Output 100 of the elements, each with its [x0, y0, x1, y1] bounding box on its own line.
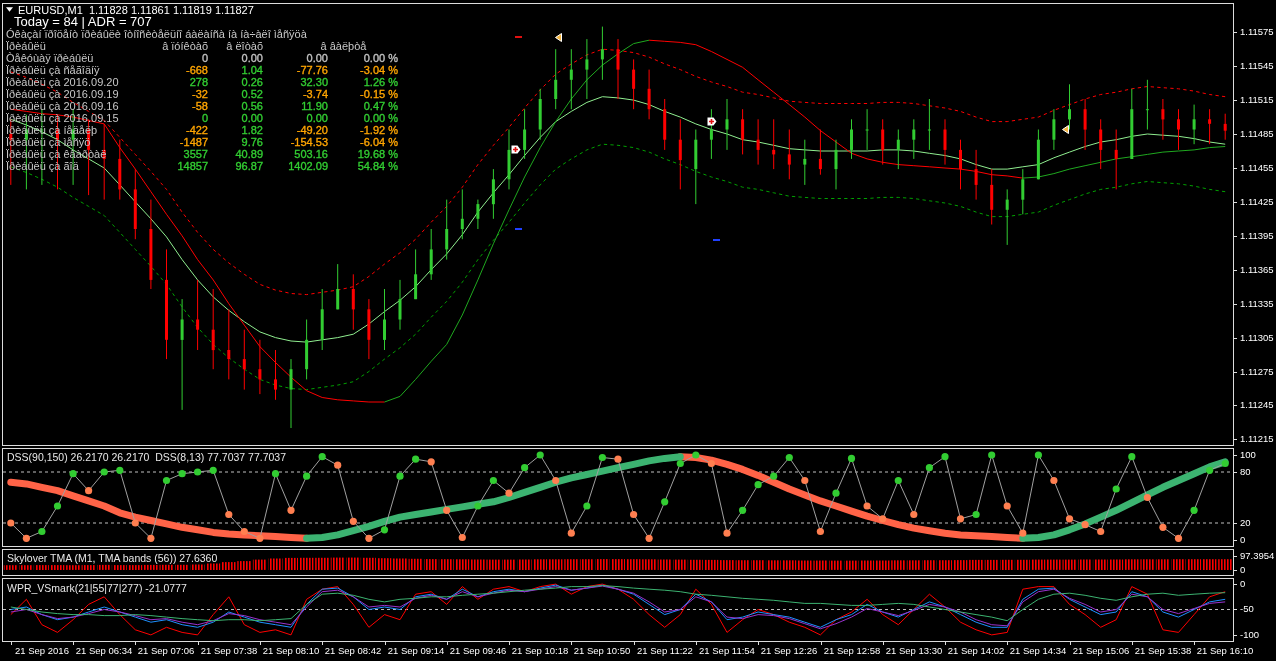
axis-label: 1.11305: [1240, 332, 1274, 344]
time-label: 21 Sep 08:42: [323, 645, 383, 657]
table-cell: -77.76: [296, 64, 328, 76]
time-label: 21 Sep 12:58: [822, 645, 882, 657]
histogram-bar: [595, 559, 610, 570]
histogram-bar: [735, 560, 750, 570]
table-cell: Òåêóùàÿ ïðèáûëü: [6, 52, 94, 64]
data-point: [910, 510, 918, 519]
histogram-bar: [1218, 559, 1233, 570]
data-point: [956, 515, 965, 523]
candle: [554, 48, 558, 110]
axis-label: 0: [1240, 534, 1246, 546]
table-cell: 1.82: [241, 124, 263, 136]
histogram-bar: [1109, 559, 1124, 570]
data-point: [1019, 529, 1027, 537]
time-label: 21 Sep 14:02: [946, 645, 1006, 657]
data-point: [552, 476, 560, 485]
caret-icon[interactable]: [6, 7, 13, 12]
histogram-bar: [782, 560, 797, 570]
histogram-bar: [751, 560, 766, 570]
data-point: [770, 472, 778, 480]
axis-label: 1.11365: [1240, 264, 1274, 276]
histogram-bar: [1078, 559, 1093, 570]
histogram-bar: [548, 559, 563, 570]
data-point: [489, 476, 497, 485]
plus-arrow-icon: [511, 145, 521, 154]
axis-label: 1.11485: [1240, 128, 1274, 140]
triangle-icon: [1062, 125, 1069, 134]
table-cell: Ïðèáûëü çà 2016.09.16: [6, 100, 119, 112]
data-point: [318, 453, 326, 461]
axis-label: 1.11515: [1240, 94, 1274, 106]
axis-label: 0: [1240, 564, 1246, 576]
candle: [1130, 88, 1134, 160]
histogram-bar: [953, 560, 968, 570]
table-cell: -58: [192, 100, 208, 112]
histogram-bar: [860, 560, 875, 570]
data-point: [988, 451, 996, 459]
candle: [1114, 129, 1118, 190]
data-point: [412, 455, 420, 463]
data-point: [692, 451, 700, 459]
candle: [383, 288, 386, 351]
candle: [398, 279, 402, 331]
data-point: [38, 527, 46, 536]
candle: [336, 263, 340, 310]
histogram-bar: [455, 559, 470, 570]
time-label: 21 Sep 2016: [14, 645, 70, 657]
range-info: Today = 84 | ADR = 707: [14, 15, 152, 28]
data-point: [754, 481, 762, 489]
candle: [414, 248, 418, 300]
dash-icon: [515, 36, 522, 38]
table-cell: -32: [192, 88, 208, 100]
histogram-bar: [237, 561, 252, 570]
table-cell: 96.87: [235, 160, 263, 172]
data-point: [614, 455, 622, 463]
axis-label: 20: [1240, 517, 1251, 529]
data-point: [256, 534, 264, 542]
indicator-label: DSS(90,150) 26.2170 26.2170 DSS(8,13) 77.7037 77.7037: [7, 451, 287, 463]
histogram-bar: [673, 559, 688, 570]
table-cell: 11.90: [301, 100, 328, 112]
candle: [196, 279, 200, 351]
time-label: 21 Sep 08:10: [261, 645, 321, 657]
data-point: [972, 510, 980, 519]
axis-label: 97.3954: [1240, 550, 1275, 562]
data-point: [162, 476, 171, 485]
data-point: [598, 453, 606, 462]
candle: [803, 139, 807, 186]
data-point: [925, 464, 933, 472]
axis-label: -100: [1240, 629, 1259, 641]
time-label: 21 Sep 09:46: [448, 645, 508, 657]
axis-label: 0: [1240, 578, 1246, 590]
data-point: [1190, 506, 1198, 514]
data-point: [941, 453, 949, 461]
table-cell: 0.52: [241, 88, 263, 100]
data-point: [785, 453, 793, 462]
histogram-bar: [424, 559, 439, 570]
histogram-bar: [408, 558, 423, 570]
histogram-bar: [875, 560, 890, 570]
candle: [1161, 98, 1165, 141]
data-point: [863, 502, 871, 510]
axis-label: 1.11545: [1240, 60, 1274, 72]
data-point: [1112, 485, 1120, 493]
table-note: Óêàçàí ïðîöåíò ïðèáûëè îòíîñèòåëüíî áàëàíñà íà íà÷àëî ìåñÿöà: [6, 28, 307, 40]
candle: [491, 168, 495, 220]
data-point: [661, 498, 669, 506]
histogram-bar: [268, 558, 283, 570]
candle: [756, 118, 760, 166]
data-point: [521, 464, 529, 472]
histogram-bar: [766, 560, 781, 570]
axis-label: 1.11215: [1240, 433, 1274, 445]
data-point: [707, 459, 715, 468]
histogram-bar: [502, 559, 516, 570]
histogram-bar: [688, 559, 703, 570]
histogram-bar: [906, 560, 921, 570]
data-point: [1128, 453, 1136, 461]
histogram-bar: [1124, 559, 1139, 570]
data-point: [801, 476, 809, 485]
candle: [460, 188, 464, 240]
axis-label: 1.11575: [1240, 26, 1274, 38]
candle: [367, 298, 371, 360]
table-cell: 0.00 %: [363, 52, 398, 64]
